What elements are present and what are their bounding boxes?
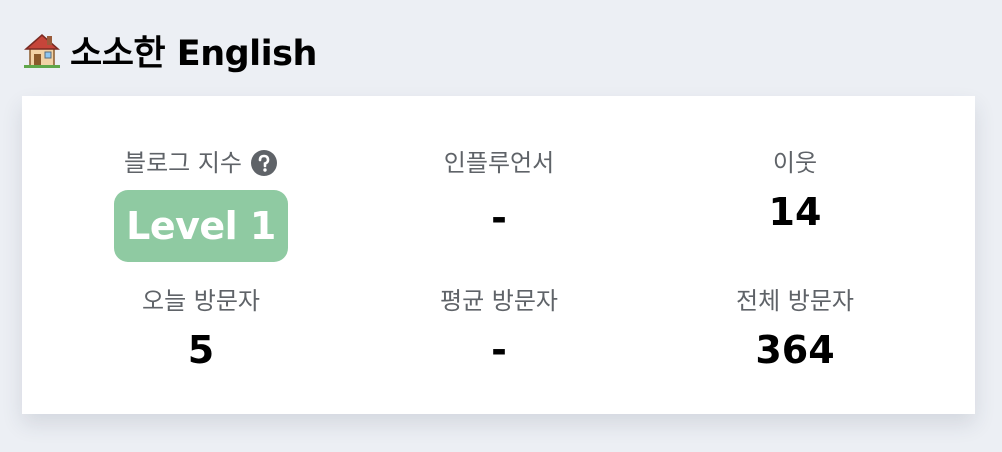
blog-title[interactable]: 소소한 English [70, 25, 317, 76]
average-visitors-label: 평균 방문자 [439, 287, 559, 315]
today-visitors-stat: 오늘 방문자 5 [42, 284, 360, 374]
influencer-value: - [491, 196, 507, 240]
today-visitors-value: 5 [187, 328, 215, 372]
average-visitors-stat: 평균 방문자 - [340, 284, 658, 374]
total-visitors-value: 364 [755, 328, 835, 372]
total-visitors-label: 전체 방문자 [735, 287, 855, 315]
blog-header: 소소한 English [22, 28, 317, 74]
level-badge[interactable]: Level 1 [114, 190, 288, 262]
total-visitors-stat: 전체 방문자 364 [636, 284, 954, 374]
blog-index-label: 블로그 지수 [123, 149, 243, 177]
influencer-label: 인플루언서 [443, 149, 555, 177]
blog-index-stat: 블로그 지수 Level 1 [42, 146, 360, 262]
influencer-stat: 인플루언서 - [340, 146, 658, 242]
neighbors-label: 이웃 [772, 149, 818, 177]
neighbors-value[interactable]: 14 [636, 188, 954, 236]
house-icon [24, 34, 60, 68]
today-visitors-label: 오늘 방문자 [141, 287, 261, 315]
question-circle-icon[interactable] [250, 149, 278, 177]
blog-stats-card: 블로그 지수 Level 1 인플루언서 - 이웃 14 오늘 방문자 5 평균… [22, 96, 975, 414]
average-visitors-value: - [491, 328, 507, 372]
neighbors-stat: 이웃 14 [636, 146, 954, 236]
blog-index-label-row: 블로그 지수 [42, 146, 360, 180]
